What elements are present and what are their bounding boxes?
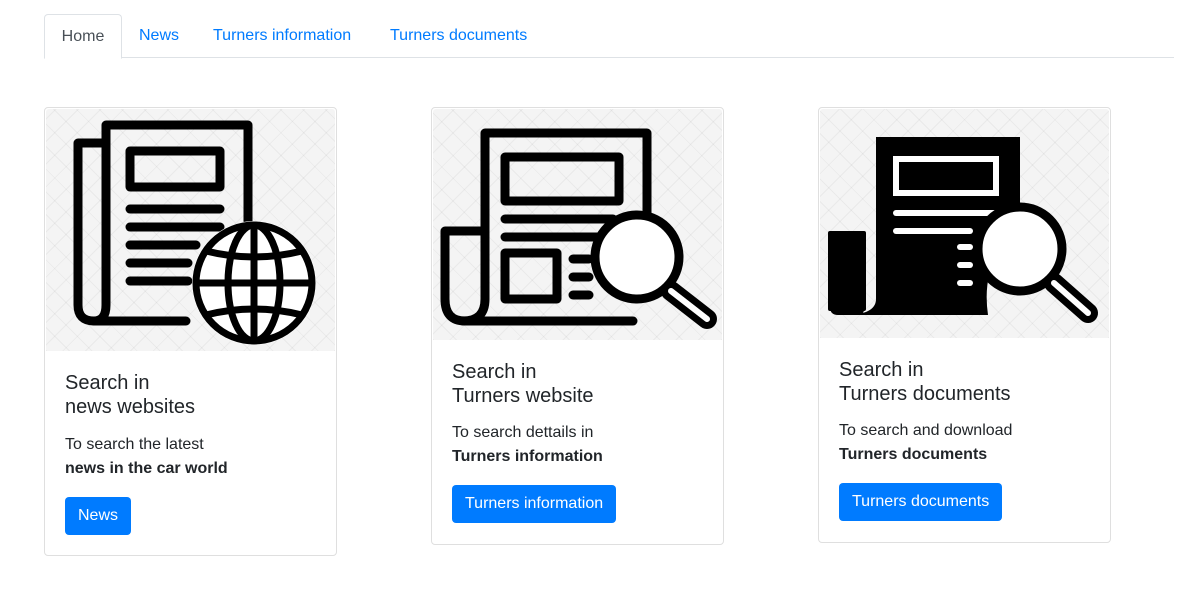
newspaper-magnifier-solid-icon (820, 109, 1109, 338)
tab-news[interactable]: News (139, 14, 179, 58)
card-text-line1: To search dettails in (452, 424, 594, 441)
card-text-line1: To search and download (839, 422, 1013, 439)
card-text-line2: news in the car world (65, 460, 228, 477)
tab-turners-information[interactable]: Turners information (213, 14, 351, 58)
newspaper-magnifier-outline-icon (433, 109, 722, 340)
card-text: To search the latest news in the car wor… (65, 433, 228, 481)
turners-documents-card: Search in Turners documents To search an… (818, 107, 1111, 543)
news-button[interactable]: News (65, 497, 132, 535)
card-title: Search in Turners website (452, 360, 594, 408)
card-title: Search in news websites (65, 371, 195, 419)
turners-information-button[interactable]: Turners information (452, 485, 617, 523)
card-title: Search in Turners documents (839, 358, 1011, 406)
card-title-line1: Search in (452, 361, 537, 383)
tab-turners-documents[interactable]: Turners documents (390, 14, 527, 58)
nav-tabs: Home News Turners information Turners do… (44, 14, 1174, 59)
news-card: Search in news websites To search the la… (44, 107, 337, 556)
tab-home[interactable]: Home (44, 14, 122, 59)
card-text: To search dettails in Turners informatio… (452, 421, 603, 469)
card-text-line1: To search the latest (65, 436, 204, 453)
card-text-line2: Turners documents (839, 446, 988, 463)
turners-information-card: Search in Turners website To search dett… (431, 107, 724, 545)
card-title-line1: Search in (839, 359, 924, 381)
card-title-line2: Turners documents (839, 383, 1011, 405)
card-title-line1: Search in (65, 372, 150, 394)
card-text-line2: Turners information (452, 448, 603, 465)
card-text: To search and download Turners documents (839, 419, 1012, 467)
card-title-line2: Turners website (452, 385, 594, 407)
newspaper-globe-icon (46, 109, 335, 351)
card-title-line2: news websites (65, 396, 196, 418)
turners-documents-button[interactable]: Turners documents (839, 483, 1003, 521)
